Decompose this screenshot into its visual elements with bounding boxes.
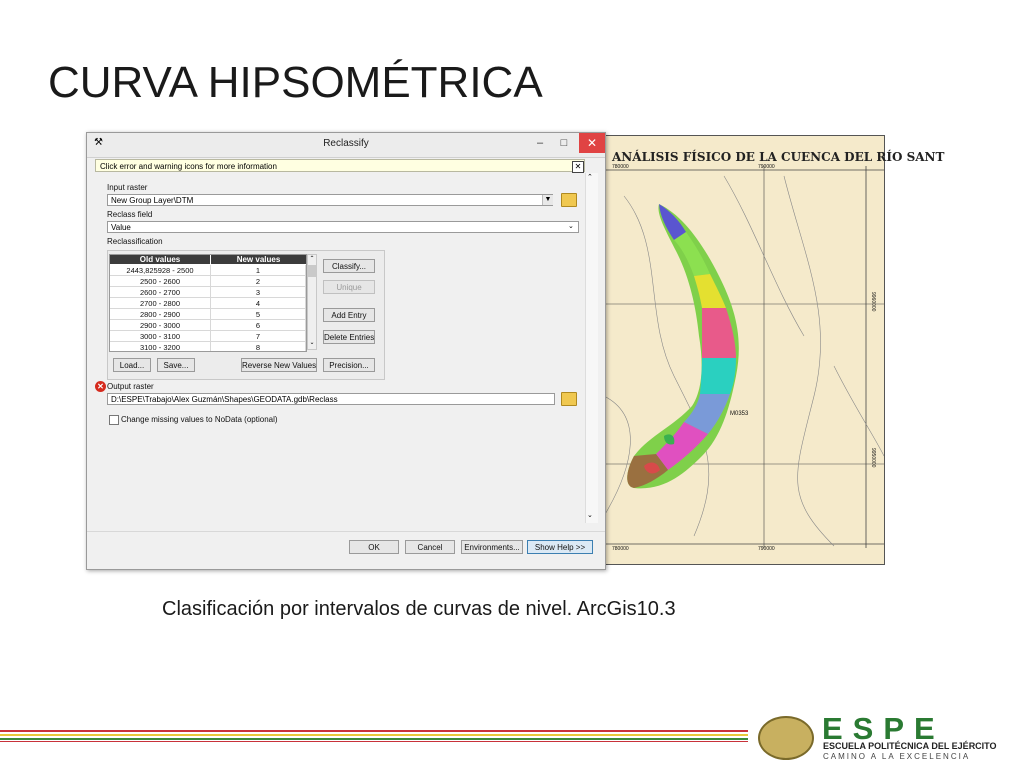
stripe-red <box>0 730 748 732</box>
column-header-old-values[interactable]: Old values <box>110 255 210 264</box>
map-title: ANÁLISIS FÍSICO DE LA CUENCA DEL RÍO SAN… <box>612 150 945 164</box>
ok-button[interactable]: OK <box>349 540 399 554</box>
add-entry-button[interactable]: Add Entry <box>323 308 375 322</box>
new-value-cell[interactable]: 3 <box>211 287 306 298</box>
reclass-field-select[interactable]: Value <box>107 221 579 233</box>
old-value-cell[interactable]: 2500 - 2600 <box>110 276 211 287</box>
slide-title: CURVA HIPSOMÉTRICA <box>48 58 543 107</box>
new-value-cell[interactable]: 1 <box>211 265 306 276</box>
stripe-green <box>0 738 748 740</box>
chevron-down-icon[interactable]: ⌄ <box>568 222 574 230</box>
old-value-cell[interactable]: 2600 - 2700 <box>110 287 211 298</box>
table-scrollbar[interactable]: ⌃ ⌄ <box>307 254 317 350</box>
footer-divider <box>87 531 605 532</box>
folder-icon[interactable] <box>561 392 577 406</box>
column-header-new-values[interactable]: New values <box>211 255 306 264</box>
scroll-thumb[interactable] <box>308 265 316 277</box>
nodata-checkbox[interactable] <box>109 415 119 425</box>
dialog-titlebar[interactable]: ⚒ Reclassify – □ ✕ <box>87 133 605 158</box>
load-button[interactable]: Load... <box>113 358 151 372</box>
new-value-cell[interactable]: 5 <box>211 309 306 320</box>
footer-stripes <box>0 730 748 744</box>
close-icon[interactable]: ✕ <box>579 133 605 153</box>
espe-seal-logo <box>758 716 814 760</box>
map-point-label: M0353 <box>730 411 749 417</box>
reclass-table: Old values New values 2443,825928 - 2500… <box>109 254 307 352</box>
classify-button[interactable]: Classify... <box>323 259 375 273</box>
stripe-yellow <box>0 734 748 736</box>
map-coord-right-1: 9960000 <box>870 292 876 312</box>
table-row[interactable]: 2700 - 2800 4 <box>110 298 306 309</box>
error-icon[interactable]: ✕ <box>95 381 106 392</box>
new-value-cell[interactable]: 4 <box>211 298 306 309</box>
delete-entries-button[interactable]: Delete Entries <box>323 330 375 344</box>
map-coord-top-left: 780000 <box>612 164 629 170</box>
minimize-icon[interactable]: – <box>529 133 551 153</box>
environments-button[interactable]: Environments... <box>461 540 523 554</box>
old-value-cell[interactable]: 2800 - 2900 <box>110 309 211 320</box>
espe-logo-subtitle: ESCUELA POLITÉCNICA DEL EJÉRCITO <box>823 741 997 751</box>
table-row[interactable]: 2443,825928 - 2500 1 <box>110 265 306 276</box>
reverse-new-values-button[interactable]: Reverse New Values <box>241 358 317 372</box>
scroll-up-icon[interactable]: ⌃ <box>587 173 593 181</box>
map-frame <box>603 135 885 565</box>
cancel-button[interactable]: Cancel <box>405 540 455 554</box>
dialog-title: Reclassify <box>323 138 369 149</box>
scroll-down-icon[interactable]: ⌄ <box>308 339 316 346</box>
save-button[interactable]: Save... <box>157 358 195 372</box>
stripe-red-thin <box>0 741 748 742</box>
reclass-field-label: Reclass field <box>107 210 153 219</box>
output-raster-label: Output raster <box>107 382 154 391</box>
new-value-cell[interactable]: 7 <box>211 331 306 342</box>
table-row[interactable]: 3000 - 3100 7 <box>110 331 306 342</box>
reclassify-dialog: ⚒ Reclassify – □ ✕ Click error and warni… <box>86 132 606 570</box>
table-row[interactable]: 2900 - 3000 6 <box>110 320 306 331</box>
new-value-cell[interactable]: 6 <box>211 320 306 331</box>
info-bar-close-icon[interactable]: ✕ <box>572 161 584 173</box>
espe-logo-motto: CAMINO A LA EXCELENCIA <box>823 752 971 761</box>
maximize-icon[interactable]: □ <box>553 133 575 153</box>
table-row[interactable]: 2600 - 2700 3 <box>110 287 306 298</box>
info-bar: Click error and warning icons for more i… <box>95 159 585 172</box>
scroll-down-icon[interactable]: ⌄ <box>587 511 593 519</box>
reclassification-label: Reclassification <box>107 237 163 246</box>
show-help-button[interactable]: Show Help >> <box>527 540 593 554</box>
dialog-scrollbar[interactable]: ⌃ ⌄ <box>585 173 598 523</box>
map-coord-top-right: 790000 <box>758 164 775 170</box>
old-value-cell[interactable]: 2900 - 3000 <box>110 320 211 331</box>
old-value-cell[interactable]: 2700 - 2800 <box>110 298 211 309</box>
precision-button[interactable]: Precision... <box>323 358 375 372</box>
scroll-up-icon[interactable]: ⌃ <box>308 255 316 262</box>
table-row[interactable]: 3100 - 3200 8 <box>110 342 306 351</box>
table-row[interactable]: 2800 - 2900 5 <box>110 309 306 320</box>
basin-reclass-map <box>627 204 739 489</box>
new-value-cell[interactable]: 2 <box>211 276 306 287</box>
unique-button[interactable]: Unique <box>323 280 375 294</box>
new-value-cell[interactable]: 8 <box>211 342 306 351</box>
table-row[interactable]: 2500 - 2600 2 <box>110 276 306 287</box>
map-coord-bottom-right: 790000 <box>758 546 775 552</box>
map-coord-right-2: 9950000 <box>870 448 876 468</box>
map-canvas <box>604 166 884 548</box>
nodata-label: Change missing values to NoData (optiona… <box>121 415 278 424</box>
old-value-cell[interactable]: 3100 - 3200 <box>110 342 211 351</box>
old-value-cell[interactable]: 2443,825928 - 2500 <box>110 265 211 276</box>
map-coord-bottom-left: 780000 <box>612 546 629 552</box>
old-value-cell[interactable]: 3000 - 3100 <box>110 331 211 342</box>
input-raster-field[interactable]: New Group Layer\DTM <box>107 194 553 206</box>
folder-icon[interactable] <box>561 193 577 207</box>
input-raster-label: Input raster <box>107 183 148 192</box>
output-raster-field[interactable]: D:\ESPE\Trabajo\Alex Guzmán\Shapes\GEODA… <box>107 393 555 405</box>
slide-caption: Clasificación por intervalos de curvas d… <box>162 598 676 620</box>
chevron-down-icon[interactable]: ▼ <box>542 195 553 205</box>
